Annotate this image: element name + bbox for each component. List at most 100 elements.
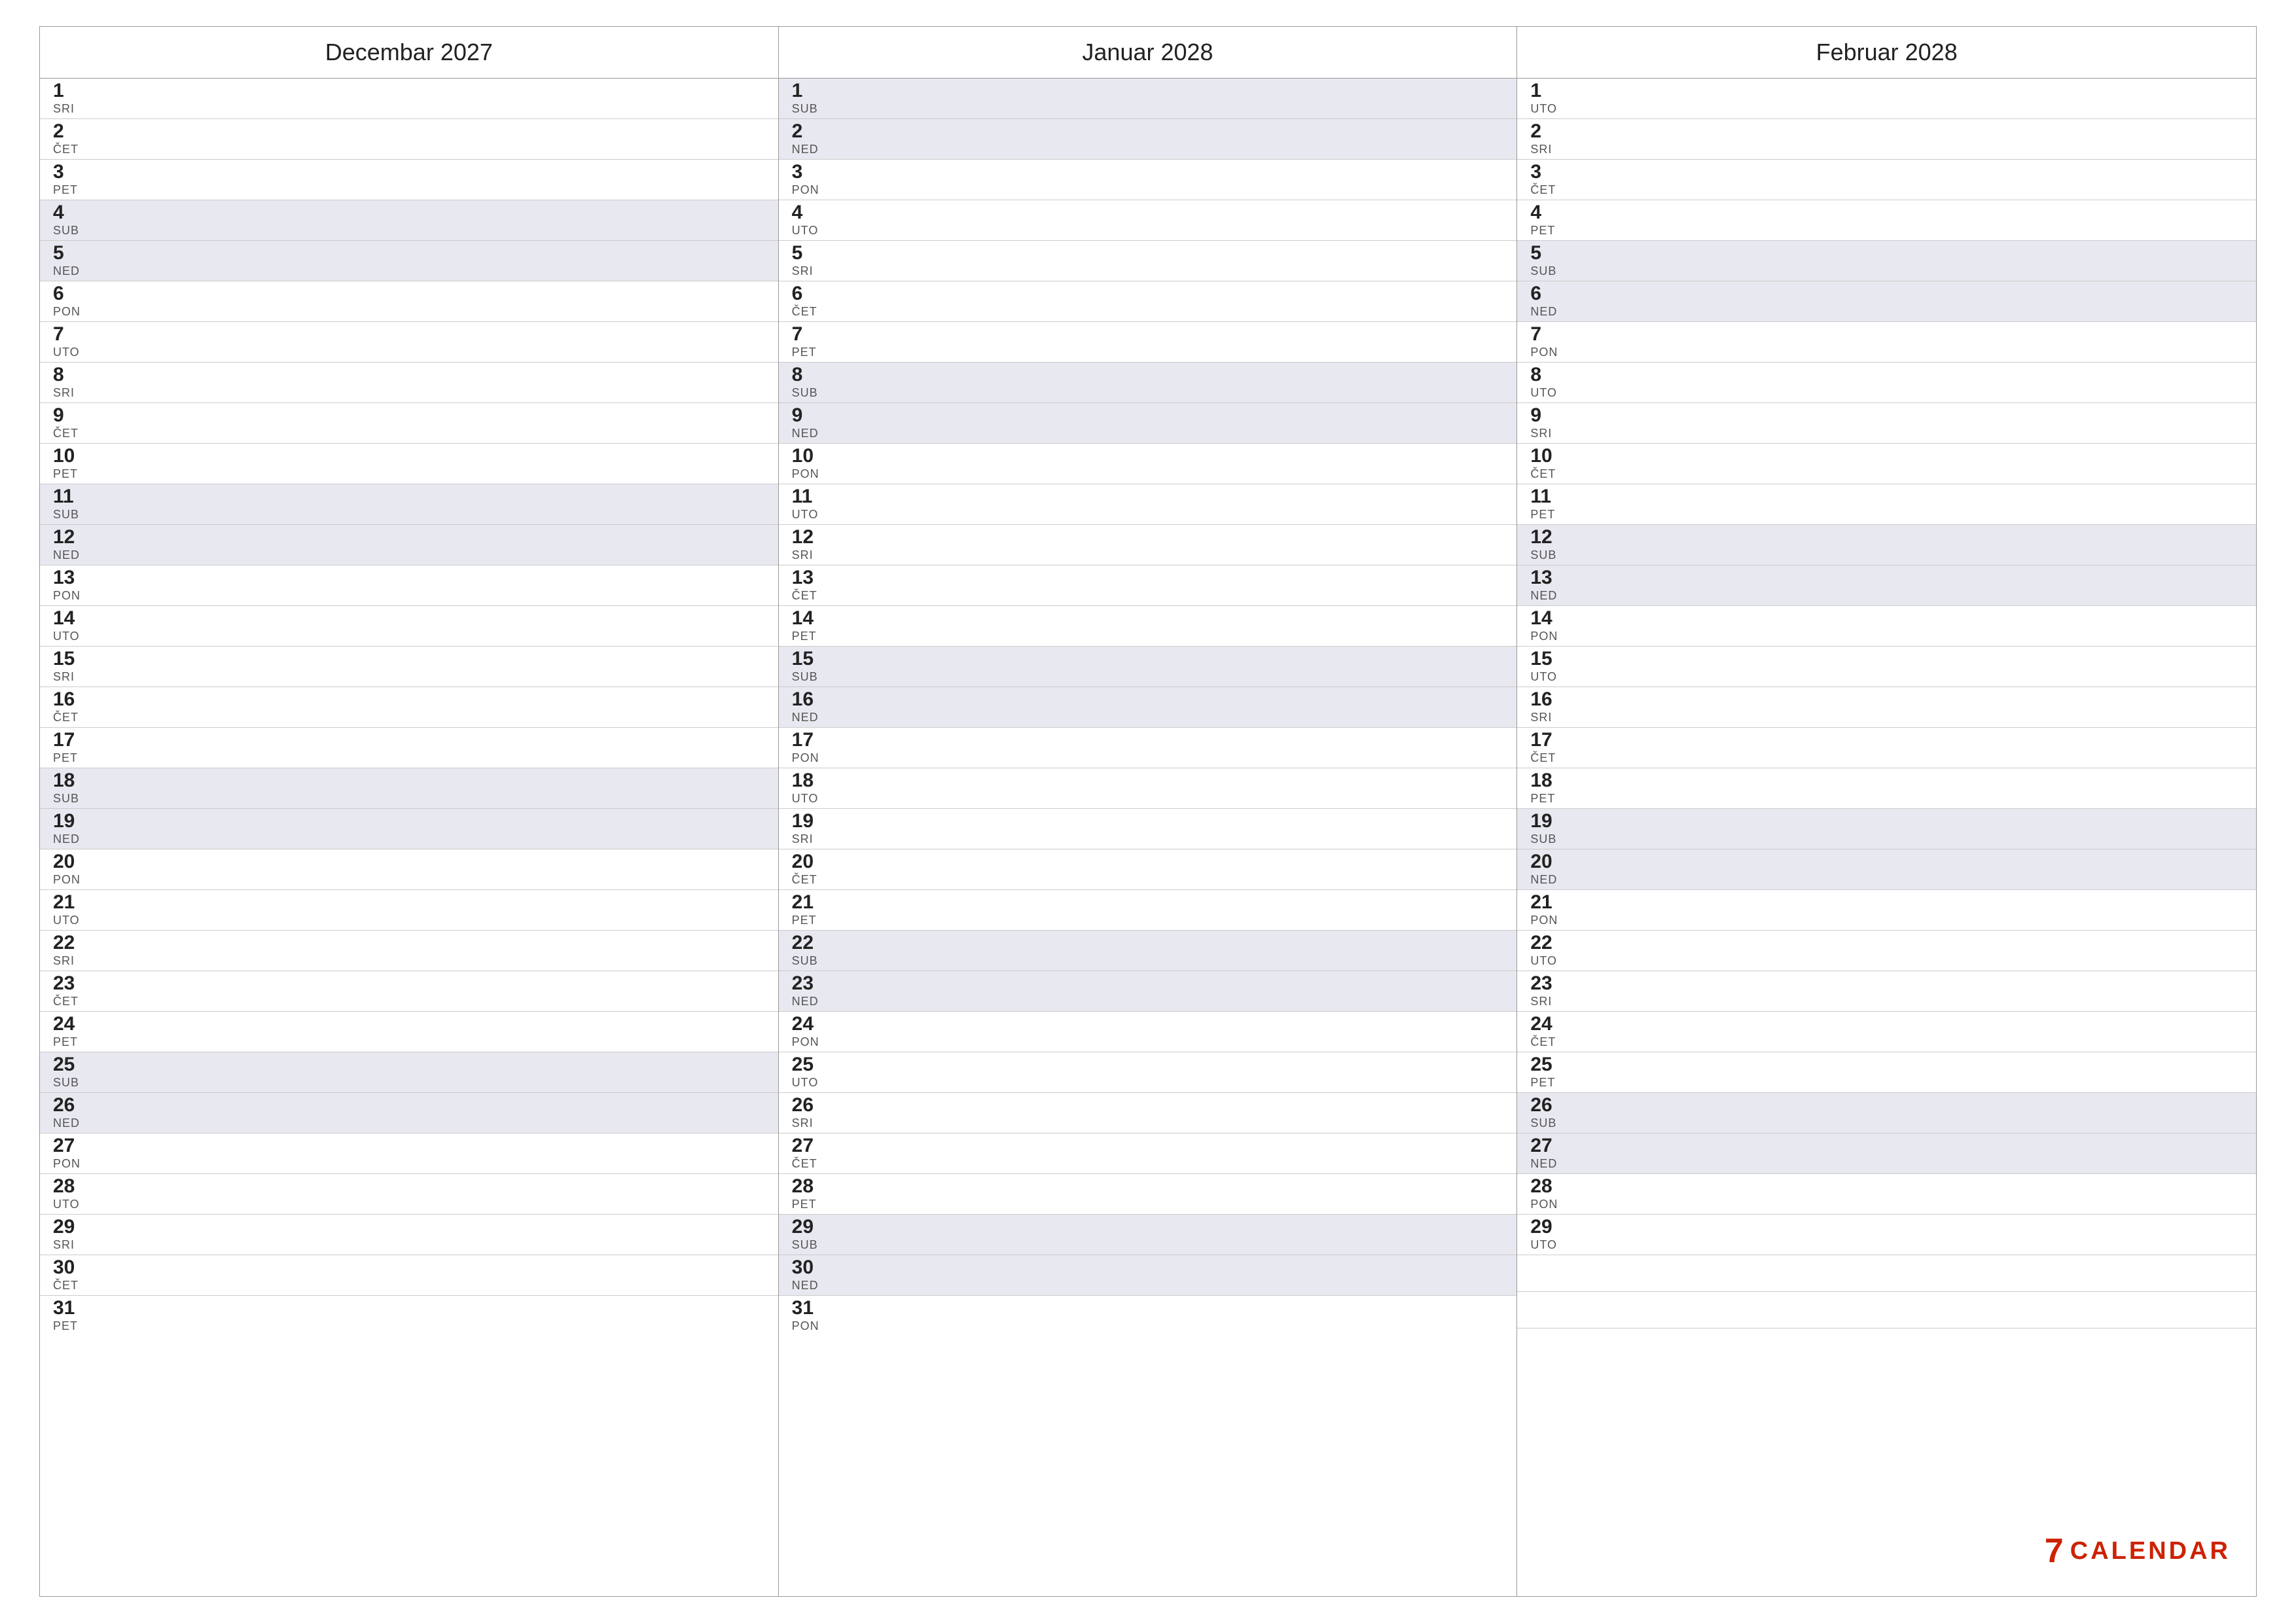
day-row: 14UTO: [40, 606, 778, 647]
day-name: PON: [1530, 630, 1570, 643]
day-name: ČET: [53, 1279, 92, 1293]
day-info: 29SUB: [792, 1217, 831, 1252]
day-info: 24PET: [53, 1014, 92, 1049]
day-info: 23ČET: [53, 974, 92, 1008]
day-number: 24: [1530, 1014, 1570, 1034]
day-number: 29: [792, 1217, 831, 1237]
day-row: 28UTO: [40, 1174, 778, 1215]
day-number: 16: [1530, 690, 1570, 709]
day-name: UTO: [53, 914, 92, 927]
day-info: 6NED: [1530, 284, 1570, 319]
day-number: 4: [792, 203, 831, 223]
day-info: 22SUB: [792, 933, 831, 968]
day-row: 18SUB: [40, 768, 778, 809]
day-number: 18: [1530, 771, 1570, 791]
day-row: 9NED: [779, 403, 1517, 444]
day-row: 29UTO: [1517, 1215, 2256, 1255]
calendar-logo: 7 CALENDAR: [2045, 1531, 2231, 1571]
day-row: 12NED: [40, 525, 778, 565]
day-info: 17PON: [792, 730, 831, 765]
day-number: 3: [53, 162, 92, 182]
month-header-2: Februar 2028: [1517, 27, 2256, 79]
day-row: 12SRI: [779, 525, 1517, 565]
day-name: PON: [53, 305, 92, 319]
day-row: 2SRI: [1517, 119, 2256, 160]
day-number: 11: [53, 487, 92, 507]
day-number: 26: [1530, 1096, 1570, 1115]
day-row: 17PON: [779, 728, 1517, 768]
day-info: 8UTO: [1530, 365, 1570, 400]
month-col-0: Decembar 20271SRI2ČET3PET4SUB5NED6PON7UT…: [40, 27, 779, 1596]
day-name: ČET: [53, 143, 92, 156]
day-row: 7UTO: [40, 322, 778, 363]
day-name: NED: [792, 427, 831, 440]
day-number: 19: [53, 812, 92, 831]
day-info: 7UTO: [53, 325, 92, 359]
day-info: 21PET: [792, 893, 831, 927]
day-row: 6PON: [40, 281, 778, 322]
day-number: 29: [1530, 1217, 1570, 1237]
day-row: 8SUB: [779, 363, 1517, 403]
day-info: 18SUB: [53, 771, 92, 806]
day-row: 11UTO: [779, 484, 1517, 525]
day-number: 28: [1530, 1177, 1570, 1196]
day-info: 2 NED: [792, 122, 831, 156]
day-row: 16ČET: [40, 687, 778, 728]
day-row: 23NED: [779, 971, 1517, 1012]
day-number: 7: [1530, 325, 1570, 344]
day-info: 11UTO: [792, 487, 831, 522]
day-number: 24: [53, 1014, 92, 1034]
day-name: UTO: [792, 792, 831, 806]
day-info: 14UTO: [53, 609, 92, 643]
day-row: 14PET: [779, 606, 1517, 647]
day-info: 7PON: [1530, 325, 1570, 359]
day-info: 1SUB: [792, 81, 831, 116]
day-name: SRI: [53, 102, 92, 116]
day-info: 14PON: [1530, 609, 1570, 643]
day-number: 2: [792, 122, 831, 141]
day-number: 6: [1530, 284, 1570, 304]
day-number: 17: [1530, 730, 1570, 750]
day-info: 4UTO: [792, 203, 831, 238]
day-info: 3PET: [53, 162, 92, 197]
day-number: 25: [53, 1055, 92, 1075]
day-row: 12SUB: [1517, 525, 2256, 565]
day-name: PON: [792, 1319, 831, 1333]
day-info: 19SUB: [1530, 812, 1570, 846]
day-number: 23: [53, 974, 92, 993]
day-number: 10: [1530, 446, 1570, 466]
day-number: 8: [1530, 365, 1570, 385]
day-number: 13: [53, 568, 92, 588]
day-name: SUB: [792, 670, 831, 684]
day-info: 30NED: [792, 1258, 831, 1293]
day-info: 22UTO: [1530, 933, 1570, 968]
day-number: 4: [53, 203, 92, 223]
day-number: 26: [53, 1096, 92, 1115]
day-row: 22UTO: [1517, 931, 2256, 971]
day-number: 1: [792, 81, 831, 101]
day-row: 19SRI: [779, 809, 1517, 849]
day-number: 17: [53, 730, 92, 750]
day-name: PET: [53, 467, 92, 481]
day-row: 16SRI: [1517, 687, 2256, 728]
day-info: 28UTO: [53, 1177, 92, 1211]
day-row: 30ČET: [40, 1255, 778, 1296]
day-row: 29SRI: [40, 1215, 778, 1255]
day-number: 19: [792, 812, 831, 831]
day-name: SUB: [53, 1076, 92, 1090]
day-number: 5: [1530, 243, 1570, 263]
day-name: PON: [53, 1157, 92, 1171]
day-row: 30NED: [779, 1255, 1517, 1296]
day-number: 7: [53, 325, 92, 344]
day-name: PON: [53, 873, 92, 887]
logo-text: CALENDAR: [2070, 1537, 2231, 1565]
day-number: 20: [1530, 852, 1570, 872]
day-name: NED: [792, 143, 831, 156]
day-info: 20NED: [1530, 852, 1570, 887]
day-info: 31PON: [792, 1298, 831, 1333]
day-name: NED: [792, 1279, 831, 1293]
day-row: 21PON: [1517, 890, 2256, 931]
day-name: PON: [792, 1035, 831, 1049]
day-number: 10: [792, 446, 831, 466]
day-name: NED: [53, 264, 92, 278]
